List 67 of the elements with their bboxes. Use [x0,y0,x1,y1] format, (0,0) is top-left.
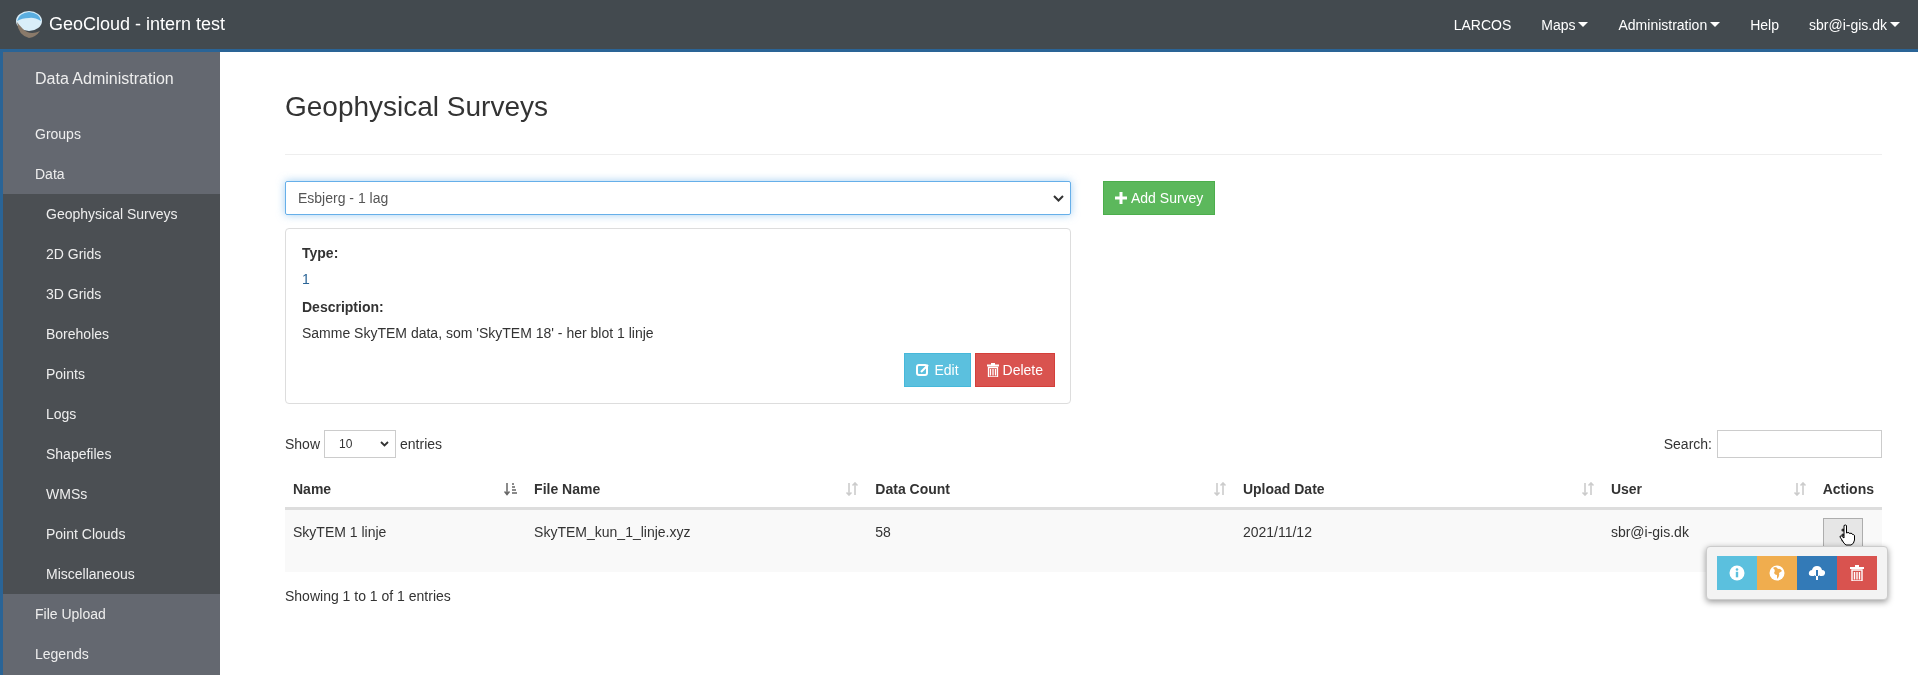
description-text: Samme SkyTEM data, som 'SkyTEM 18' - her blot 1 linje [302,325,655,341]
globe-icon [1769,565,1785,581]
show-label: Show [285,436,321,452]
sidebar-title: Data Administration [34,69,175,89]
search-field[interactable] [1717,430,1882,458]
table-cell: 58 [875,524,891,540]
app-title[interactable]: GeoCloud - intern test [49,14,226,35]
chevron-down-icon [380,441,390,447]
download-action-button[interactable] [1797,556,1837,590]
nav-menu-item[interactable]: Maps [1526,16,1604,33]
caret-icon [1890,22,1900,27]
table-cell: 2021/11/12 [1242,524,1312,540]
type-value: 1 [302,271,311,287]
description-label: Description: [302,299,385,315]
trash-action-button[interactable] [1837,556,1877,590]
sort-icon[interactable] [1580,482,1595,496]
nav-menu-item[interactable]: sbr@i-gis.dk [1794,16,1900,33]
column-header[interactable]: Actions [1822,481,1874,497]
sidebar-subitem[interactable]: 2D Grids [3,234,220,274]
entries-label: entries [400,436,443,452]
sidebar-subitem[interactable]: 3D Grids [3,274,220,314]
survey-select[interactable]: Esbjerg - 1 lag [285,181,1071,215]
sidebar-item[interactable]: Data [3,154,220,194]
sort-icon[interactable] [1792,482,1807,496]
delete-button[interactable]: Delete [974,353,1055,387]
trash-icon [1850,565,1864,581]
sidebar-subitem[interactable]: Shapefiles [3,434,220,474]
sidebar-subitem[interactable]: Point Clouds [3,514,220,554]
sidebar-item[interactable]: Legends [3,634,220,674]
table-info-text: Showing 1 to 1 of 1 entries [285,588,452,604]
sort-icon[interactable] [1212,482,1227,496]
globe-action-button[interactable] [1757,556,1797,590]
nav-menu-item[interactable]: Help [1735,16,1794,33]
nav-menu-item[interactable]: Administration [1603,16,1736,33]
info-icon [1729,565,1745,581]
page-title: Geophysical Surveys [285,90,549,124]
column-header[interactable]: Data Count [875,481,950,497]
type-label: Type: [302,245,340,261]
sidebar-subitem[interactable]: Boreholes [3,314,220,354]
column-header[interactable]: File Name [534,481,601,497]
trash-icon [986,363,999,377]
sidebar-item[interactable]: Groups [3,114,220,154]
plus-icon [1115,192,1127,204]
column-header[interactable]: Name [293,481,332,497]
entries-select[interactable]: 10 [324,430,397,458]
sidebar-subitem[interactable]: Geophysical Surveys [3,194,220,234]
edit-icon [916,363,931,377]
chevron-down-icon [1053,194,1064,202]
cloud-download-icon [1808,565,1826,581]
caret-icon [1710,22,1721,27]
sidebar-subitem[interactable]: WMSs [3,474,220,514]
table-cell: sbr@i-gis.dk [1610,524,1689,540]
sidebar-subitem[interactable]: Logs [3,394,220,434]
table-cell: SkyTEM 1 linje [293,524,387,540]
table-cell: SkyTEM_kun_1_linje.xyz [534,524,691,540]
column-header[interactable]: User [1610,481,1643,497]
sidebar-subitem[interactable]: Points [3,354,220,394]
info-action-button[interactable] [1717,556,1757,590]
logo-icon [14,8,44,41]
column-header[interactable]: Upload Date [1242,481,1325,497]
caret-icon [1578,22,1589,27]
sidebar-item[interactable]: File Upload [3,594,220,634]
nav-menu-item[interactable]: LARCOS [1438,16,1527,33]
sort-icon[interactable] [845,482,860,496]
sort-ascending-icon[interactable] [504,482,519,496]
sidebar-subitem[interactable]: Miscellaneous [3,554,220,594]
search-label: Search: [1663,436,1712,452]
